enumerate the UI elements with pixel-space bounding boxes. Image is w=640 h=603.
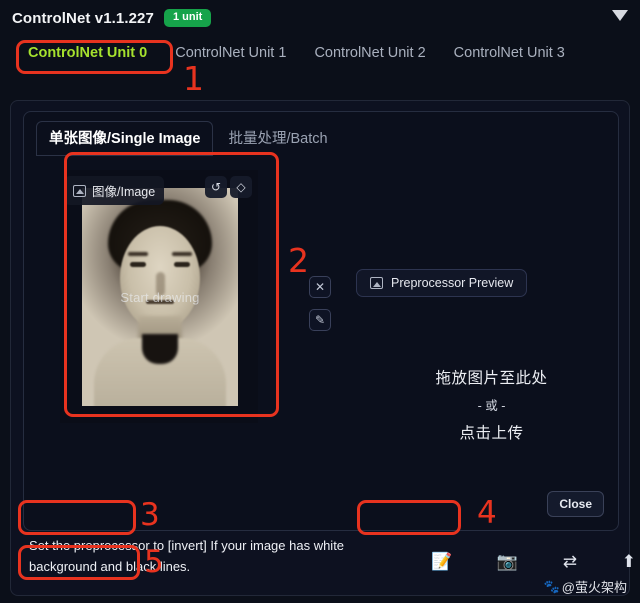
photo-mouth xyxy=(146,300,174,304)
image-label: 图像/Image xyxy=(64,176,165,205)
page-title: ControlNet v1.1.227 xyxy=(12,9,154,27)
swap-arrows-icon[interactable]: ⇄ xyxy=(563,553,577,571)
undo-icon[interactable]: ↺ xyxy=(205,176,227,198)
accordion-header[interactable]: ControlNet v1.1.227 1 unit xyxy=(0,0,640,36)
controlnet-unit-panel: 单张图像/Single Image 批量处理/Batch Start drawi… xyxy=(10,100,636,596)
watermark-text: @萤火架构 xyxy=(561,580,627,595)
image-dropzone[interactable]: 拖放图片至此处 - 或 - 点击上传 xyxy=(354,317,629,492)
dropzone-line-3: 点击上传 xyxy=(459,425,524,442)
controlnet-accordion: ControlNet v1.1.227 1 unit ControlNet Un… xyxy=(0,0,640,603)
watermark: 🐾 @萤火架构 xyxy=(544,577,627,596)
photo-brow-right xyxy=(172,252,192,256)
preprocessor-hint: Set the preprocessor to [invert] If your… xyxy=(29,538,345,575)
close-button[interactable]: Close xyxy=(547,491,604,517)
unit-count-badge: 1 unit xyxy=(163,9,212,27)
chevron-down-icon[interactable] xyxy=(612,10,628,21)
uploaded-photo: Start drawing xyxy=(82,188,238,406)
image-icon xyxy=(370,277,383,289)
camera-icon[interactable]: 📷 xyxy=(497,553,518,571)
tab-single-image[interactable]: 单张图像/Single Image xyxy=(35,120,215,156)
tab-controlnet-unit-0[interactable]: ControlNet Unit 0 xyxy=(14,38,161,68)
canvas-tool-group: ↺ ◇ xyxy=(205,176,252,198)
photo-nose xyxy=(156,272,165,296)
eraser-icon[interactable]: ◇ xyxy=(230,176,252,198)
preprocessor-preview-label[interactable]: Preprocessor Preview xyxy=(356,269,528,297)
tab-controlnet-unit-3[interactable]: ControlNet Unit 3 xyxy=(440,38,579,68)
image-label-text: 图像/Image xyxy=(92,185,156,199)
input-mode-tab-bar: 单张图像/Single Image 批量处理/Batch xyxy=(35,120,342,156)
photo-brow-left xyxy=(128,252,148,256)
edit-pen-icon[interactable]: ✎ xyxy=(309,309,331,331)
dropzone-line-1: 拖放图片至此处 xyxy=(435,370,548,387)
photo-eye-right xyxy=(174,262,190,267)
tab-controlnet-unit-1[interactable]: ControlNet Unit 1 xyxy=(161,38,300,68)
photo-eye-left xyxy=(130,262,146,267)
tab-batch[interactable]: 批量处理/Batch xyxy=(214,120,341,156)
memo-icon[interactable]: 📝 xyxy=(431,553,452,571)
quick-action-icon-row: 📝 📷 ⇄ ⬆ xyxy=(431,545,636,579)
dropzone-line-2: - 或 - xyxy=(477,399,506,413)
image-icon xyxy=(73,184,86,197)
preprocessor-preview-text: Preprocessor Preview xyxy=(391,276,514,290)
image-input-panel: 单张图像/Single Image 批量处理/Batch Start drawi… xyxy=(23,111,619,531)
unit-tab-bar: ControlNet Unit 0 ControlNet Unit 1 Cont… xyxy=(14,38,626,68)
photo-collar xyxy=(142,334,178,364)
upload-arrow-icon[interactable]: ⬆ xyxy=(622,553,636,571)
close-icon[interactable]: ✕ xyxy=(309,276,331,298)
tab-controlnet-unit-2[interactable]: ControlNet Unit 2 xyxy=(300,38,439,68)
paw-icon: 🐾 xyxy=(543,578,560,594)
image-canvas[interactable]: Start drawing 图像/Image ↺ ◇ xyxy=(60,170,258,423)
